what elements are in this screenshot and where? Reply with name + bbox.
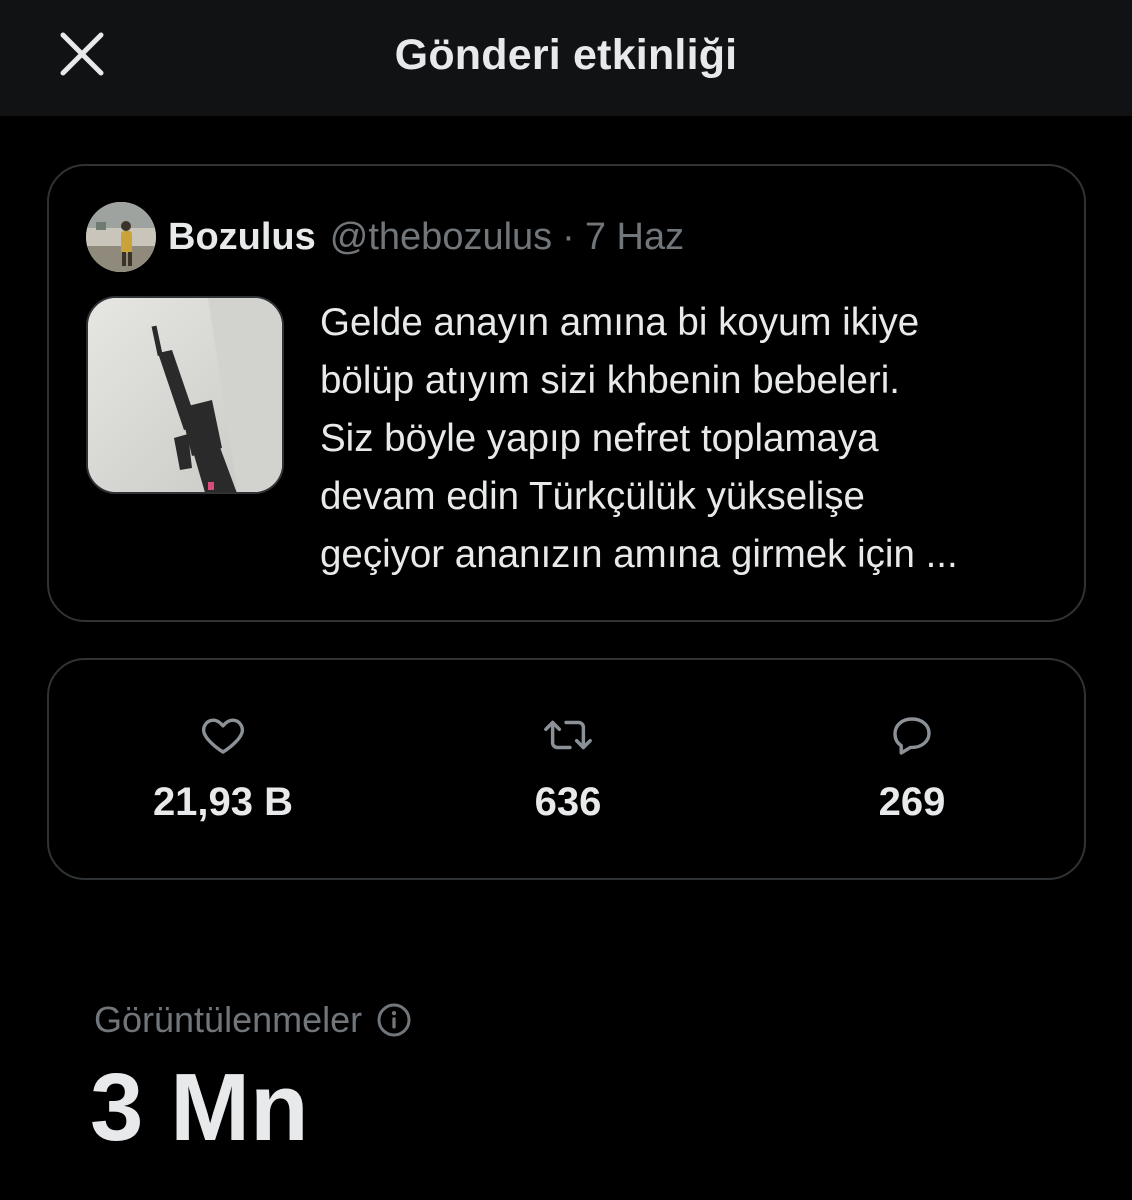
post-text-line: Siz böyle yapıp nefret toplamaya bbox=[320, 417, 879, 460]
post-media-thumbnail[interactable] bbox=[86, 296, 284, 494]
quoted-post-card[interactable]: Bozulus @thebozulus · 7 Haz Gelde anayın… bbox=[47, 164, 1086, 622]
heart-icon bbox=[198, 710, 248, 760]
post-text-line: bölüp atıyım sizi khbenin bebeleri. bbox=[320, 359, 900, 402]
post-text-line: geçiyor ananızın amına girmek için ... bbox=[320, 533, 958, 576]
post-author-row: Bozulus @thebozulus · 7 Haz bbox=[86, 202, 684, 272]
reply-icon bbox=[887, 710, 937, 760]
post-text: Gelde anayın amına bi koyum ikiye bölüp … bbox=[320, 294, 1060, 584]
info-icon[interactable] bbox=[376, 1002, 412, 1038]
repost-icon bbox=[543, 710, 593, 760]
meta-separator: · bbox=[562, 215, 575, 258]
page-title: Gönderi etkinliği bbox=[394, 30, 738, 79]
close-icon bbox=[60, 32, 104, 76]
likes-stat[interactable]: 21,93 B bbox=[103, 710, 343, 825]
reposts-stat[interactable]: 636 bbox=[448, 710, 688, 825]
post-date[interactable]: 7 Haz bbox=[585, 216, 684, 259]
post-text-line: Gelde anayın amına bi koyum ikiye bbox=[320, 301, 920, 344]
author-display-name[interactable]: Bozulus bbox=[168, 216, 316, 259]
likes-count: 21,93 B bbox=[152, 780, 294, 824]
author-handle[interactable]: @thebozulus bbox=[330, 216, 552, 259]
reposts-count: 636 bbox=[534, 780, 602, 824]
close-button[interactable] bbox=[54, 26, 110, 82]
replies-count: 269 bbox=[878, 780, 946, 824]
post-activity-screen: Gönderi etkinliği Bozulus @thebozulus · … bbox=[0, 0, 1132, 1200]
views-label: Görüntülenmeler bbox=[94, 999, 363, 1040]
avatar[interactable] bbox=[86, 202, 156, 272]
views-count: 3 Mn bbox=[90, 1054, 309, 1161]
views-label-row: Görüntülenmeler bbox=[94, 996, 412, 1044]
header: Gönderi etkinliği bbox=[0, 0, 1132, 116]
post-text-line: devam edin Türkçülük yükselişe bbox=[320, 475, 865, 518]
engagement-stats-card: 21,93 B 636 269 bbox=[47, 658, 1086, 880]
replies-stat[interactable]: 269 bbox=[792, 710, 1032, 825]
